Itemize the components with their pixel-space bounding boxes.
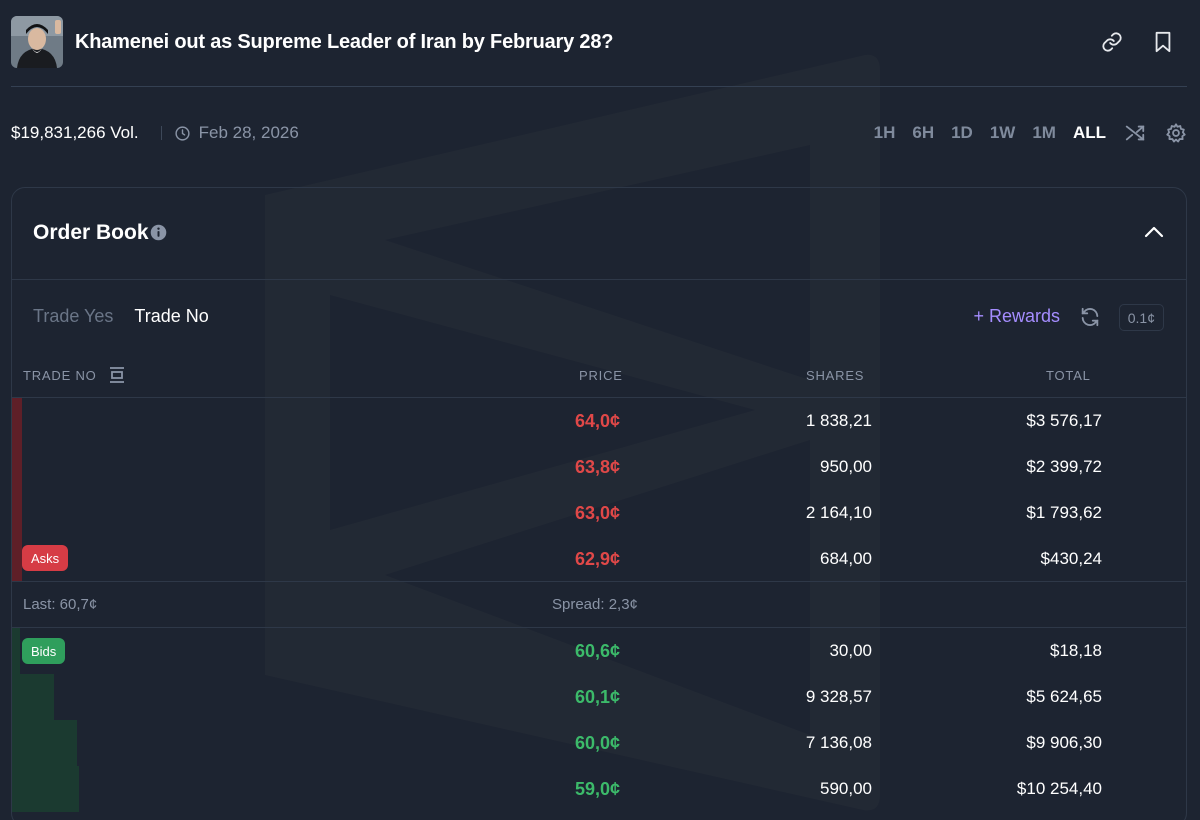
- bid-shares: 30,00: [829, 641, 872, 660]
- ask-total: $1 793,62: [1026, 503, 1102, 522]
- ask-price: 64,0¢: [575, 411, 621, 431]
- market-title: Khamenei out as Supreme Leader of Iran b…: [75, 31, 614, 53]
- col-total: TOTAL: [1046, 368, 1091, 383]
- info-icon[interactable]: [150, 224, 167, 241]
- spread-value: Spread: 2,3¢: [552, 596, 638, 613]
- shuffle-icon[interactable]: [1123, 121, 1147, 145]
- bid-row[interactable]: 59,0¢ 590,00 $10 254,40: [12, 766, 1186, 812]
- range-1m[interactable]: 1M: [1032, 123, 1056, 143]
- ask-shares: 1 838,21: [805, 411, 872, 430]
- chevron-up-icon[interactable]: [1142, 220, 1166, 244]
- bid-total: $18,18: [1050, 641, 1102, 660]
- bookmark-icon[interactable]: [1149, 28, 1177, 56]
- market-header: Khamenei out as Supreme Leader of Iran b…: [0, 0, 1200, 88]
- time-range-selector: 1H 6H 1D 1W 1M ALL: [857, 121, 1188, 145]
- ask-price: 63,8¢: [575, 457, 621, 477]
- range-1h[interactable]: 1H: [874, 123, 896, 143]
- bid-total: $9 906,30: [1026, 733, 1102, 752]
- ask-total: $430,24: [1040, 549, 1102, 568]
- bid-total: $5 624,65: [1026, 687, 1102, 706]
- last-price: Last: 60,7¢: [23, 596, 98, 613]
- col-price: PRICE: [579, 368, 623, 383]
- ask-total: $2 399,72: [1026, 457, 1102, 476]
- bids-badge: Bids: [22, 638, 66, 664]
- spread-row: Last: 60,7¢ Spread: 2,3¢: [12, 582, 1186, 627]
- ask-price: 62,9¢: [575, 549, 621, 569]
- bid-price: 60,6¢: [575, 641, 621, 661]
- ask-price: 63,0¢: [575, 503, 621, 523]
- range-all[interactable]: ALL: [1073, 123, 1106, 143]
- tab-trade-yes[interactable]: Trade Yes: [33, 306, 113, 327]
- bid-row[interactable]: 60,1¢ 9 328,57 $5 624,65: [12, 674, 1186, 720]
- market-meta: $19,831,266 Vol. Feb 28, 2026: [11, 122, 299, 144]
- ask-shares: 2 164,10: [805, 503, 872, 522]
- order-book-header: Order Book: [12, 188, 1186, 280]
- copy-link-icon[interactable]: [1098, 28, 1126, 56]
- tab-trade-no[interactable]: Trade No: [134, 306, 208, 327]
- ask-shares: 950,00: [820, 457, 872, 476]
- bid-shares: 7 136,08: [805, 733, 872, 752]
- col-shares: SHARES: [806, 368, 865, 383]
- outcome-tabs: Trade Yes Trade No: [33, 306, 230, 327]
- ask-total: $3 576,17: [1026, 411, 1102, 430]
- bid-row[interactable]: Bids 60,6¢ 30,00 $18,18: [12, 628, 1186, 674]
- end-date: Feb 28, 2026: [198, 123, 299, 142]
- refresh-icon[interactable]: [1079, 306, 1101, 328]
- clock-icon: [175, 125, 190, 141]
- center-align-icon[interactable]: [109, 366, 125, 384]
- bid-price: 60,1¢: [575, 687, 621, 707]
- range-6h[interactable]: 6H: [912, 123, 934, 143]
- volume-text: $19,831,266 Vol.: [11, 123, 139, 142]
- settings-gear-icon[interactable]: [1164, 121, 1188, 145]
- portrait-avatar-icon: [11, 16, 63, 68]
- plus-icon: +: [973, 306, 989, 326]
- bid-shares: 590,00: [820, 779, 872, 798]
- tick-size-selector[interactable]: 0.1¢: [1118, 304, 1164, 331]
- ask-row[interactable]: 64,0¢ 1 838,21 $3 576,17: [12, 398, 1186, 444]
- ask-row[interactable]: Asks 62,9¢ 684,00 $430,24: [12, 536, 1186, 582]
- col-trade-no: TRADE NO: [23, 368, 97, 383]
- rewards-label: Rewards: [988, 306, 1060, 326]
- market-avatar: [11, 16, 63, 68]
- bid-row[interactable]: 60,0¢ 7 136,08 $9 906,30: [12, 720, 1186, 766]
- ask-shares: 684,00: [820, 549, 872, 568]
- range-1w[interactable]: 1W: [990, 123, 1016, 143]
- ask-row[interactable]: 63,0¢ 2 164,10 $1 793,62: [12, 490, 1186, 536]
- bid-shares: 9 328,57: [805, 687, 872, 706]
- bid-price: 60,0¢: [575, 733, 621, 753]
- order-book-title: Order Book: [33, 221, 149, 244]
- bid-total: $10 254,40: [1016, 779, 1102, 798]
- meta-separator: [160, 126, 162, 140]
- range-1d[interactable]: 1D: [951, 123, 973, 143]
- asks-badge: Asks: [22, 545, 69, 571]
- order-book-panel: Order Book Trade Yes Trade No + Rewards …: [11, 187, 1187, 820]
- rewards-button[interactable]: + Rewards: [973, 306, 1060, 327]
- bid-price: 59,0¢: [575, 779, 621, 799]
- ask-row[interactable]: 63,8¢ 950,00 $2 399,72: [12, 444, 1186, 490]
